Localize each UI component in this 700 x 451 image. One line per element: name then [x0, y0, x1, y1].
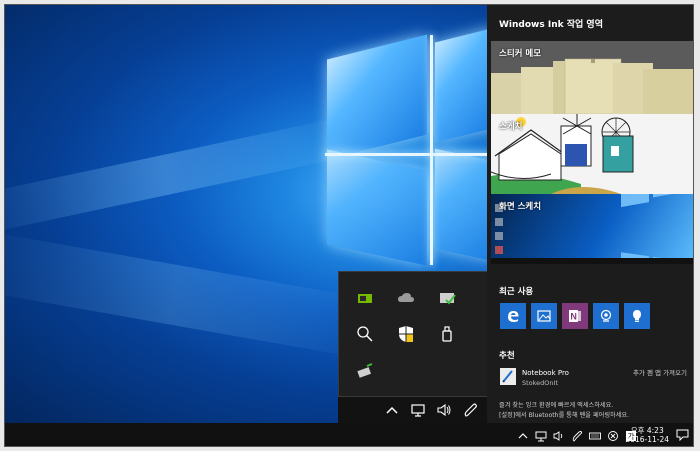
windows-ink-workspace: Windows Ink 작업 영역 스티커 메모 스케치 화면 스케치 최근 사… [487, 5, 693, 423]
description-line-2: [설정]에서 Bluetooth를 통해 펜을 페어링하세요. [499, 412, 630, 419]
network-icon[interactable] [410, 402, 426, 418]
photos-app[interactable] [531, 303, 557, 329]
chevron-up-icon[interactable] [384, 402, 400, 418]
security-tray-icon[interactable] [427, 280, 466, 316]
notebook-pro-icon[interactable] [500, 368, 516, 385]
sketchpad-label: 스케치 [499, 122, 523, 132]
sketchpad-card[interactable]: 스케치 [491, 114, 693, 194]
usb-eject-icon[interactable] [427, 316, 466, 352]
suggested-app-name[interactable]: Notebook Pro [522, 369, 569, 377]
screen-frame: Windows Ink 작업 영역 스티커 메모 스케치 화면 스케치 최근 사… [4, 4, 694, 447]
camera-app[interactable] [593, 303, 619, 329]
suggested-app-publisher: StokedOnIt [522, 379, 559, 387]
tray-overflow-flyout [338, 271, 490, 397]
svg-text:N: N [570, 312, 577, 322]
onedrive-icon[interactable] [386, 280, 425, 316]
pen-connect-icon[interactable] [345, 316, 384, 352]
ink-description: 즐겨 찾는 잉크 환경에 빠르게 액세스하세요. [설정]에서 Bluetoot… [499, 401, 629, 421]
tips-icon [633, 310, 641, 322]
recent-apps: N [500, 303, 650, 329]
tips-app[interactable] [624, 303, 650, 329]
clock-date: 2016-11-24 [625, 435, 669, 444]
onenote-app[interactable]: N [562, 303, 588, 329]
touch-keyboard-icon[interactable] [588, 429, 601, 442]
photos-icon [537, 310, 551, 322]
volume-icon[interactable] [436, 402, 452, 418]
taskbar-volume-icon[interactable] [552, 429, 565, 442]
description-line-1: 즐겨 찾는 잉크 환경에 빠르게 액세스하세요. [499, 402, 614, 409]
taskbar-ink-icon[interactable] [570, 429, 583, 442]
sticky-notes-card[interactable]: 스티커 메모 [491, 41, 693, 114]
screen-sketch-label: 화면 스케치 [499, 202, 542, 212]
ink-workspace-title: Windows Ink 작업 영역 [499, 20, 603, 30]
nvidia-tray-icon[interactable] [345, 280, 384, 316]
windows-logo [327, 34, 427, 160]
taskbar-network-icon[interactable] [534, 429, 547, 442]
taskbar-tray: 가 [516, 423, 637, 446]
windows-ink-icon[interactable] [462, 402, 478, 418]
camera-icon [600, 309, 612, 322]
get-more-pen-apps-link[interactable]: 추가 펜 앱 가져오기 [633, 367, 687, 377]
windows-defender-icon[interactable] [386, 316, 425, 352]
edge-icon [508, 311, 519, 322]
taskbar: 가 오후 4:23 2016-11-24 [5, 423, 693, 446]
tray-visible-icons [338, 397, 490, 423]
taskbar-chevron-up-icon[interactable] [516, 429, 529, 442]
recently-used-heading: 최근 사용 [499, 287, 534, 297]
sticky-notes-label: 스티커 메모 [499, 49, 542, 59]
onenote-icon: N [569, 310, 581, 322]
suggested-heading: 추천 [499, 351, 515, 361]
taskbar-power-icon[interactable] [606, 429, 619, 442]
pen-settings-icon[interactable] [345, 352, 384, 388]
edge-app[interactable] [500, 303, 526, 329]
clock-time: 오후 4:23 [630, 426, 664, 435]
action-center-icon[interactable] [676, 429, 689, 441]
screen-sketch-card[interactable]: 화면 스케치 [491, 194, 693, 264]
taskbar-clock[interactable]: 오후 4:23 2016-11-24 [625, 426, 669, 444]
